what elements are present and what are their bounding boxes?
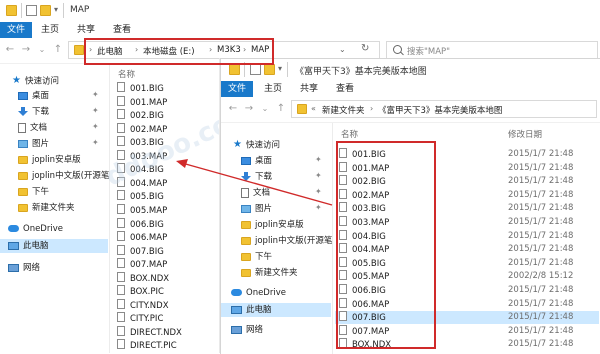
arrow-head <box>176 159 188 168</box>
arrow-line <box>181 162 333 206</box>
annotation-arrow <box>176 159 333 206</box>
